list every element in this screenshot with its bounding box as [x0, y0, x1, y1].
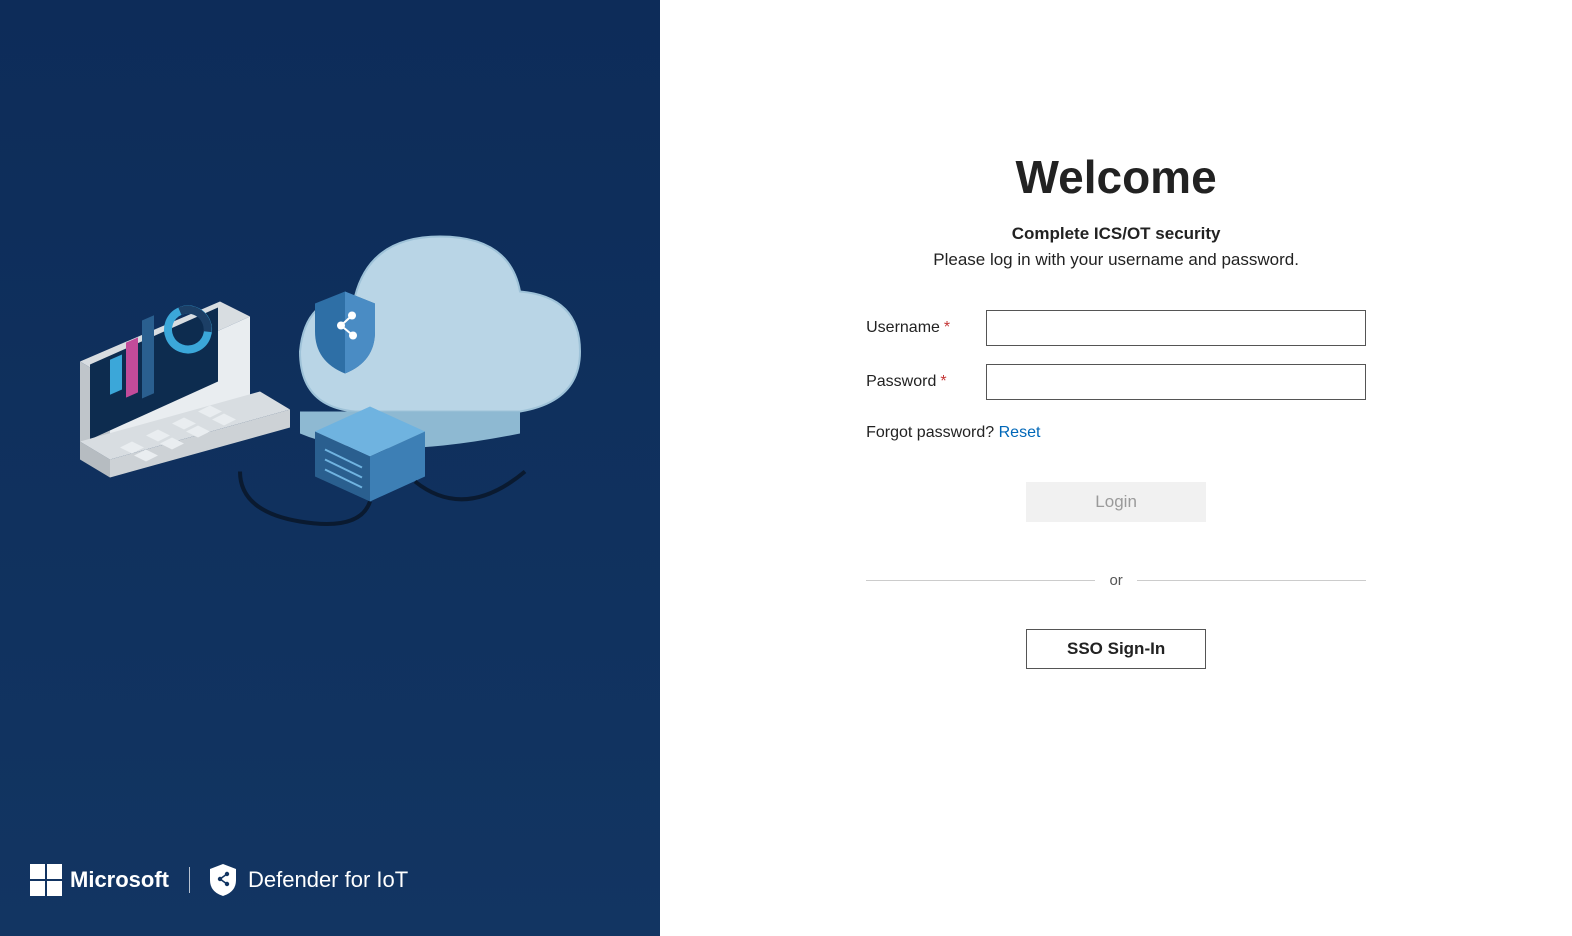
- reset-link[interactable]: Reset: [999, 424, 1041, 441]
- username-label: Username*: [866, 319, 986, 337]
- login-button[interactable]: Login: [1026, 482, 1206, 522]
- password-row: Password*: [866, 364, 1366, 400]
- branding-bar: Microsoft Defender for IoT: [30, 864, 630, 896]
- microsoft-icon: [30, 864, 62, 896]
- illustration-cloud-laptop: [50, 212, 610, 537]
- defender-text: Defender for IoT: [248, 867, 408, 893]
- sso-signin-button[interactable]: SSO Sign-In: [1026, 629, 1206, 669]
- page-title: Welcome: [866, 150, 1366, 204]
- shield-icon: [210, 864, 236, 896]
- or-divider: or: [866, 572, 1366, 589]
- username-input[interactable]: [986, 310, 1366, 346]
- brand-panel: Microsoft Defender for IoT: [0, 0, 660, 936]
- microsoft-text: Microsoft: [70, 867, 169, 893]
- username-row: Username*: [866, 310, 1366, 346]
- defender-logo: Defender for IoT: [210, 864, 408, 896]
- login-form: Welcome Complete ICS/OT security Please …: [866, 150, 1366, 669]
- login-panel: Welcome Complete ICS/OT security Please …: [660, 0, 1572, 936]
- brand-divider: [189, 867, 190, 893]
- or-text: or: [1109, 572, 1122, 589]
- instruction-text: Please log in with your username and pas…: [866, 250, 1366, 270]
- microsoft-logo: Microsoft: [30, 864, 169, 896]
- forgot-password-row: Forgot password? Reset: [866, 424, 1366, 442]
- subtitle: Complete ICS/OT security: [866, 224, 1366, 244]
- forgot-text: Forgot password?: [866, 424, 999, 441]
- password-label: Password*: [866, 373, 986, 391]
- password-input[interactable]: [986, 364, 1366, 400]
